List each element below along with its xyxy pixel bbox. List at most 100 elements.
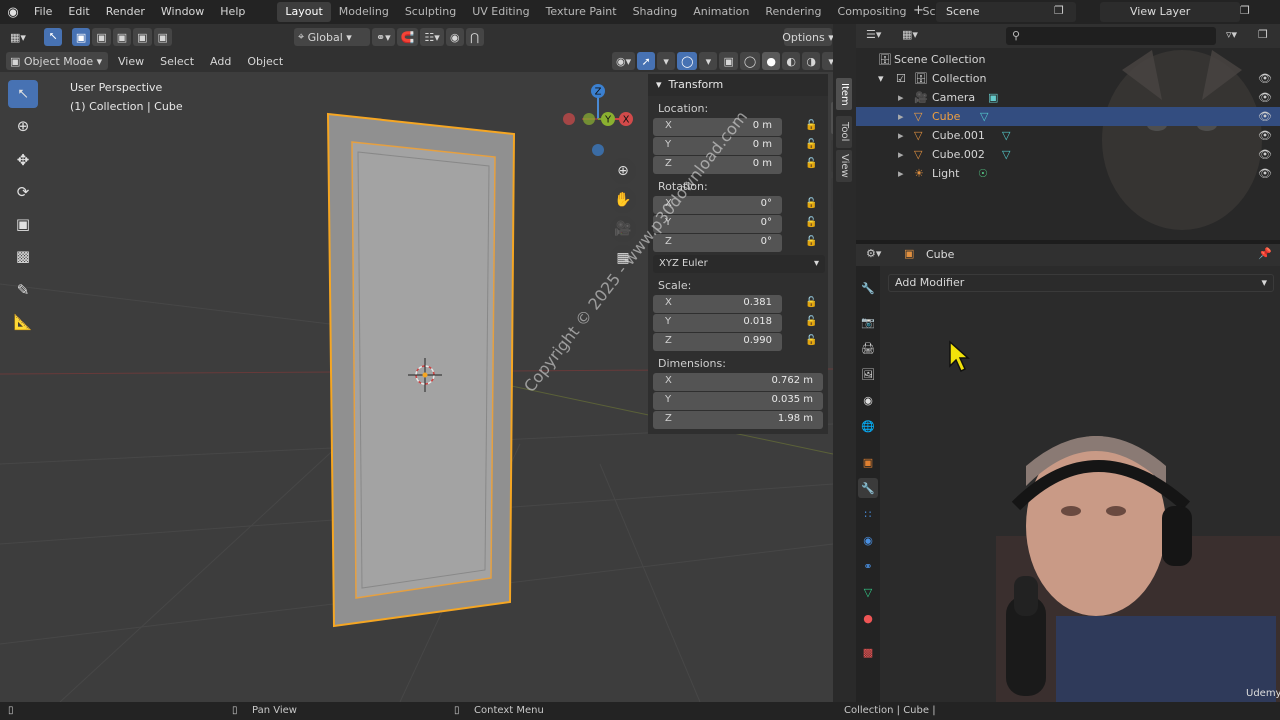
navigation-gizmo[interactable]: Z X Y: [562, 82, 642, 162]
output-properties-icon[interactable]: 🖨: [858, 338, 878, 358]
camera-view-icon[interactable]: 🎥: [610, 216, 636, 242]
tab-rendering[interactable]: Rendering: [757, 2, 829, 22]
scene-properties-icon[interactable]: ◉: [858, 390, 878, 410]
proportional-edit-icon[interactable]: ◉: [445, 28, 464, 46]
shading-solid-icon[interactable]: ●: [762, 52, 781, 70]
shading-dropdown-icon[interactable]: ▾: [822, 52, 833, 70]
tab-modeling[interactable]: Modeling: [331, 2, 397, 22]
particle-properties-icon[interactable]: ∷: [858, 504, 878, 524]
modifier-properties-icon[interactable]: 🔧: [858, 478, 878, 498]
tab-texture-paint[interactable]: Texture Paint: [538, 2, 625, 22]
dimensions-x-field[interactable]: X 0.762 m: [653, 373, 823, 391]
outliner-item-collection[interactable]: ▾ ☑ 🗄 Collection 👁: [856, 69, 1280, 88]
world-properties-icon[interactable]: 🌐: [858, 416, 878, 436]
dimensions-z-field[interactable]: Z 1.98 m: [653, 411, 823, 429]
lock-icon[interactable]: 🔓: [805, 217, 817, 228]
proportional-falloff-icon[interactable]: ⋂: [465, 28, 484, 46]
outliner-item-light[interactable]: ▸ ☀ Light ☉ 👁: [856, 164, 1280, 183]
view-layer-properties-icon[interactable]: 🖼: [858, 364, 878, 384]
options-dropdown[interactable]: Options ▾: [782, 28, 833, 46]
visibility-eye-icon[interactable]: 👁: [1258, 145, 1272, 164]
tab-uv-editing[interactable]: UV Editing: [464, 2, 537, 22]
expand-arrow-icon[interactable]: ▾: [878, 69, 884, 88]
expand-arrow-icon[interactable]: ▸: [898, 164, 904, 183]
scale-y-field[interactable]: Y 0.018 🔓: [653, 314, 817, 332]
pin-icon[interactable]: 📌: [1258, 247, 1272, 260]
editor-type-icon[interactable]: ⚙▾: [866, 247, 881, 260]
constraint-properties-icon[interactable]: ⚭: [858, 556, 878, 576]
menu-select[interactable]: Select: [152, 55, 202, 68]
3d-viewport[interactable]: ▦▾ ⭦ ▣ ▣ ▣ ▣ ▣ ⌖ Global ▾ ⚭▾ 🧲 ☷▾ ◉ ⋂ Op…: [0, 24, 833, 702]
select-box-tool-icon[interactable]: ⭦: [8, 80, 38, 108]
tab-view-vertical[interactable]: View: [836, 150, 852, 182]
menu-edit[interactable]: Edit: [60, 0, 97, 24]
menu-help[interactable]: Help: [212, 0, 253, 24]
lock-icon[interactable]: 🔓: [805, 236, 817, 247]
transform-tool-icon[interactable]: ▩: [8, 242, 38, 270]
pan-hand-icon[interactable]: ✋: [610, 187, 636, 213]
tab-item-vertical[interactable]: Item: [836, 78, 852, 110]
add-modifier-dropdown[interactable]: Add Modifier ▾: [888, 274, 1274, 292]
menu-window[interactable]: Window: [153, 0, 212, 24]
visibility-eye-icon[interactable]: 👁: [1258, 126, 1272, 145]
tab-animation[interactable]: Animation: [685, 2, 757, 22]
tab-layout[interactable]: Layout: [277, 2, 331, 22]
blender-logo-icon[interactable]: ◉: [0, 0, 26, 24]
select-mode-intersect-icon[interactable]: ▣: [153, 28, 172, 46]
snap-toggle-icon[interactable]: 🧲: [396, 28, 419, 46]
new-collection-icon[interactable]: ❐: [1258, 28, 1268, 41]
visibility-eye-icon[interactable]: 👁: [1258, 107, 1272, 126]
display-mode-icon[interactable]: ▦▾: [902, 28, 918, 41]
visibility-eye-icon[interactable]: 👁: [1258, 164, 1272, 183]
visibility-eye-icon[interactable]: ◉▾: [612, 52, 636, 70]
snap-element-icon[interactable]: ☷▾: [420, 28, 444, 46]
editor-type-icon[interactable]: ☰▾: [866, 28, 881, 41]
lock-icon[interactable]: 🔓: [805, 139, 817, 150]
outliner-item-cube-002[interactable]: ▸ ▽ Cube.002 ▽ 👁: [856, 145, 1280, 164]
outliner-item-camera[interactable]: ▸ 🎥 Camera ▣ 👁: [856, 88, 1280, 107]
outliner-search-input[interactable]: ⚲: [1006, 27, 1216, 45]
measure-tool-icon[interactable]: 📐: [8, 308, 38, 336]
expand-arrow-icon[interactable]: ▸: [898, 126, 904, 145]
checkbox-icon[interactable]: ☑: [896, 69, 906, 88]
pivot-point-icon[interactable]: ⚭▾: [371, 28, 395, 46]
scale-x-field[interactable]: X 0.381 🔓: [653, 295, 817, 313]
rotate-tool-icon[interactable]: ⟳: [8, 178, 38, 206]
outliner-item-scene-collection[interactable]: 🗄 Scene Collection: [856, 50, 1280, 69]
object-properties-icon[interactable]: ▣: [858, 452, 878, 472]
lock-icon[interactable]: 🔓: [805, 297, 817, 308]
xray-toggle-icon[interactable]: ▣: [719, 52, 738, 70]
tab-tool-vertical[interactable]: Tool: [836, 116, 852, 148]
filter-icon[interactable]: ▿▾: [1226, 28, 1237, 41]
lock-icon[interactable]: 🔓: [805, 198, 817, 209]
overlay-toggle-icon[interactable]: ◯: [677, 52, 698, 70]
outliner-item-cube[interactable]: ▸ ▽ Cube ▽ 👁: [856, 107, 1280, 126]
menu-object[interactable]: Object: [239, 55, 291, 68]
tab-shading[interactable]: Shading: [625, 2, 686, 22]
shading-wireframe-icon[interactable]: ◯: [739, 52, 761, 70]
select-mode-subtract-icon[interactable]: ▣: [112, 28, 132, 46]
lock-icon[interactable]: 🔓: [805, 158, 817, 169]
menu-add[interactable]: Add: [202, 55, 239, 68]
expand-arrow-icon[interactable]: ▸: [898, 88, 904, 107]
lock-icon[interactable]: 🔓: [805, 335, 817, 346]
view-layer-selector[interactable]: View Layer: [1100, 2, 1240, 22]
transform-header[interactable]: ▾ Transform: [648, 74, 828, 96]
shading-rendered-icon[interactable]: ◑: [802, 52, 821, 70]
expand-arrow-icon[interactable]: ▸: [898, 145, 904, 164]
menu-view[interactable]: View: [110, 55, 152, 68]
transform-orientation-dropdown[interactable]: ⌖ Global ▾: [293, 28, 370, 46]
move-tool-icon[interactable]: ✥: [8, 146, 38, 174]
lock-icon[interactable]: 🔓: [805, 316, 817, 327]
outliner-item-cube-001[interactable]: ▸ ▽ Cube.001 ▽ 👁: [856, 126, 1280, 145]
menu-render[interactable]: Render: [98, 0, 153, 24]
select-mode-new-icon[interactable]: ▣: [71, 28, 91, 46]
expand-arrow-icon[interactable]: ▸: [898, 107, 904, 126]
gizmo-toggle-icon[interactable]: ➚: [637, 52, 656, 70]
tab-compositing[interactable]: Compositing: [830, 2, 915, 22]
menu-file[interactable]: File: [26, 0, 60, 24]
lock-icon[interactable]: 🔓: [805, 120, 817, 131]
mode-dropdown[interactable]: ▣ Object Mode ▾: [6, 52, 108, 70]
rotation-mode-dropdown[interactable]: XYZ Euler ▾: [653, 255, 825, 273]
rotation-z-field[interactable]: Z 0° 🔓: [653, 234, 817, 252]
